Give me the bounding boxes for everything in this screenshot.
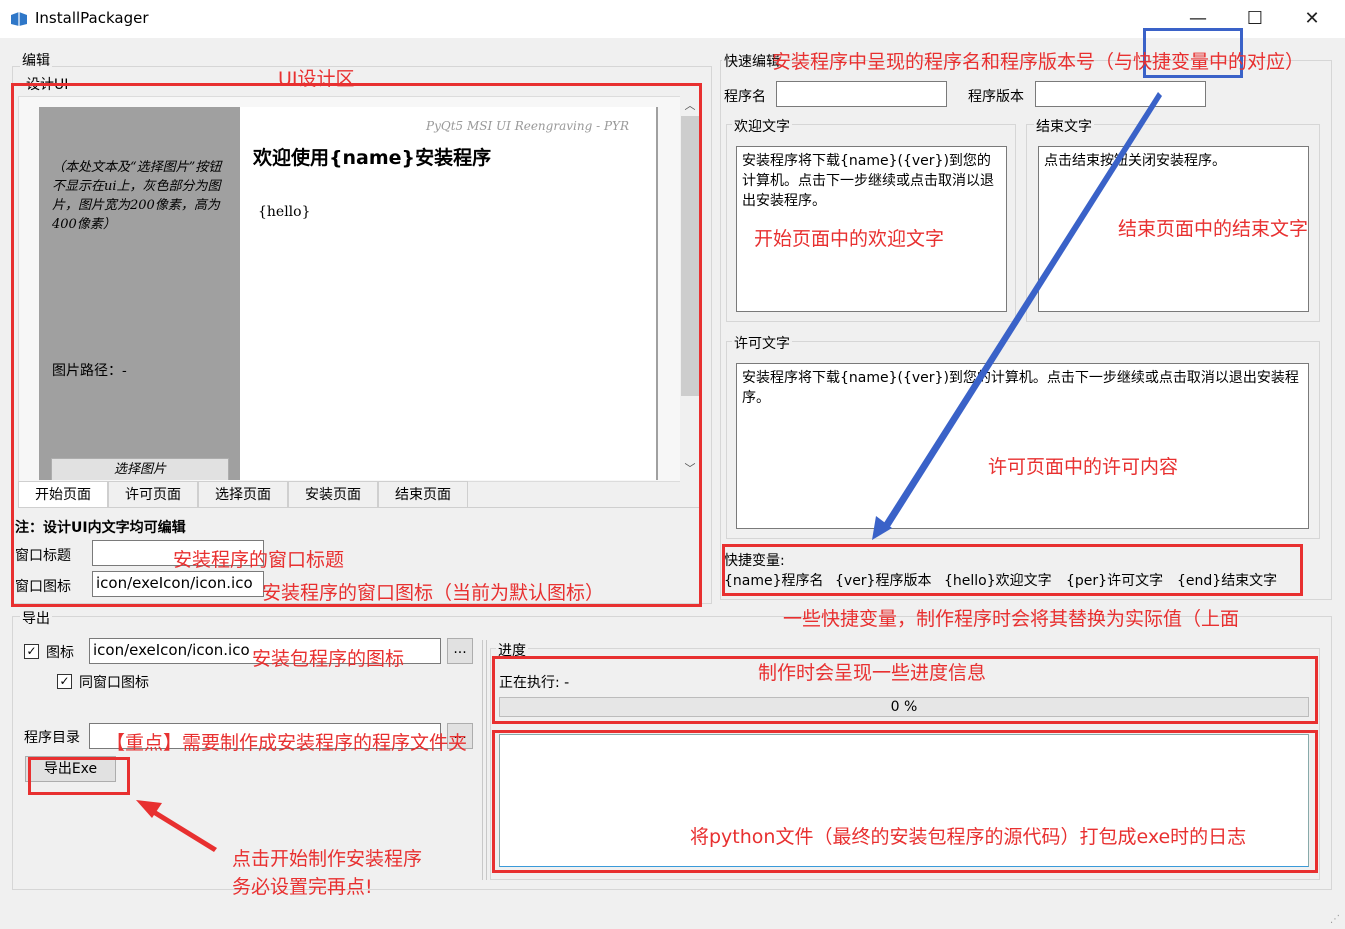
same-icon-checkbox[interactable]: ✓ <box>57 674 72 689</box>
annotation-click-1: 点击开始制作安装程序 <box>232 848 423 870</box>
annotation-window-icon: 安装程序的窗口图标（当前为默认图标） <box>262 582 605 604</box>
annotation-program-dir: 【重点】需要制作成安装程序的程序文件夹 <box>106 732 468 754</box>
annotation-license: 许可页面中的许可内容 <box>988 456 1179 478</box>
shortcut-highlight <box>722 544 1303 596</box>
export-button-highlight <box>28 757 130 795</box>
welcome-label: 欢迎文字 <box>732 116 792 136</box>
program-version-label: 程序版本 <box>968 89 1024 105</box>
export-divider <box>482 640 483 880</box>
size-grip-icon[interactable]: ⋰ <box>1330 914 1340 925</box>
annotation-window-title: 安装程序的窗口标题 <box>173 549 345 571</box>
annotation-progress: 制作时会呈现一些进度信息 <box>758 662 987 684</box>
edit-group-label: 编辑 <box>20 50 52 70</box>
icon-check-label: 图标 <box>46 645 74 661</box>
annotation-welcome: 开始页面中的欢迎文字 <box>754 228 945 250</box>
license-textbox[interactable]: 安装程序将下载{name}({ver})到您的计算机。点击下一步继续或点击取消以… <box>736 363 1309 529</box>
ui-area-highlight <box>11 83 702 607</box>
annotation-package-icon: 安装包程序的图标 <box>252 648 405 670</box>
export-divider-2 <box>486 640 487 880</box>
license-label: 许可文字 <box>732 333 792 353</box>
program-name-label: 程序名 <box>724 89 766 105</box>
browse-icon-button[interactable]: ... <box>447 638 473 664</box>
annotation-end: 结束页面中的结束文字 <box>1118 218 1309 240</box>
annotation-log: 将python文件（最终的安装包程序的源代码）打包成exe时的日志 <box>690 826 1247 848</box>
export-group-label: 导出 <box>20 608 52 628</box>
log-highlight <box>492 730 1318 873</box>
end-label: 结束文字 <box>1034 116 1094 136</box>
close-icon[interactable]: ✕ <box>1292 6 1332 32</box>
annotation-ui-area: UI设计区 <box>278 68 355 90</box>
annotation-click-2: 务必设置完再点! <box>232 876 373 898</box>
same-icon-label: 同窗口图标 <box>79 675 149 691</box>
window-title: InstallPackager <box>35 9 149 27</box>
program-name-input[interactable] <box>776 81 947 107</box>
annotation-shortcuts: 一些快捷变量，制作程序时会将其替换为实际值（上面 <box>783 608 1240 630</box>
annotation-name-ver: 安装程序中呈现的程序名和程序版本号（与快捷变量中的对应） <box>772 51 1305 73</box>
program-dir-label: 程序目录 <box>24 730 80 746</box>
app-icon <box>11 12 27 26</box>
program-version-input[interactable] <box>1035 81 1206 107</box>
icon-checkbox[interactable]: ✓ <box>24 644 39 659</box>
